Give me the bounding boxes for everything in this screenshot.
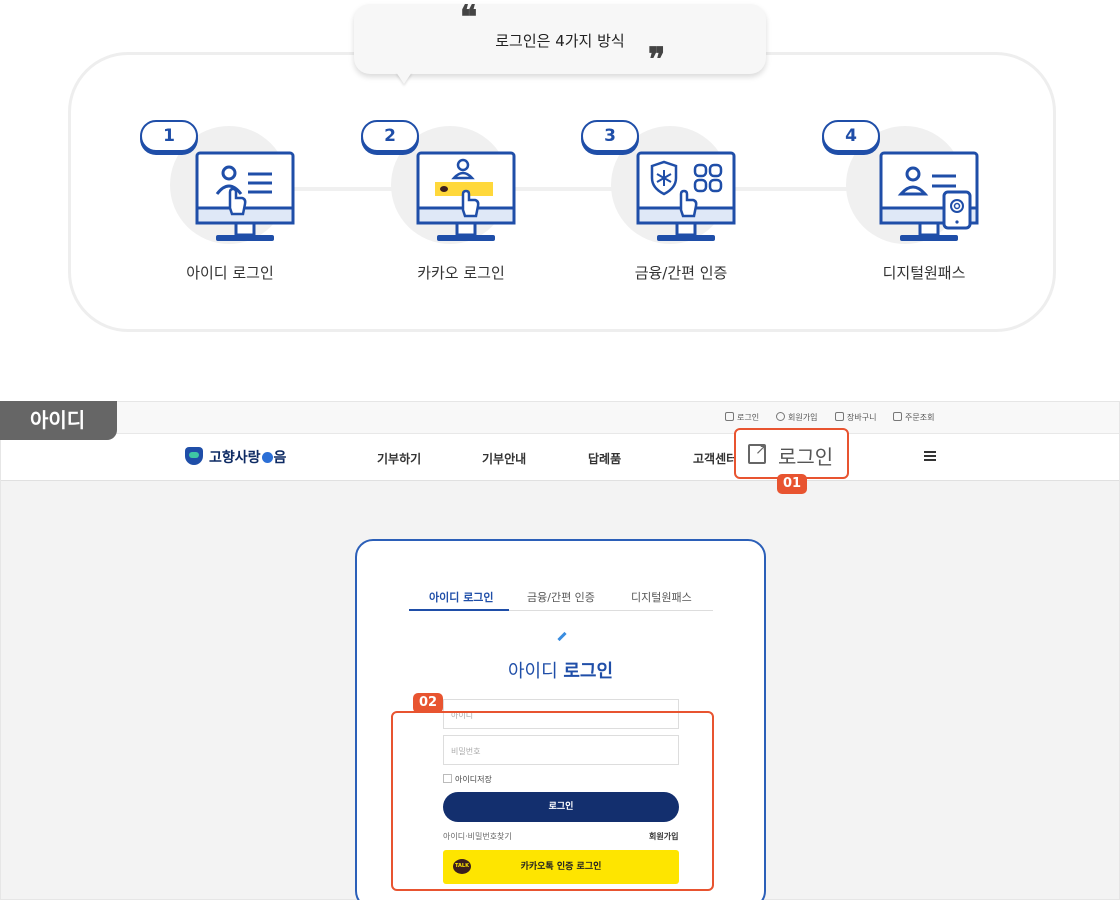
callout-badge-02: 02: [413, 693, 443, 713]
step-number-badge: 1: [140, 120, 198, 152]
header-login-label: 로그인: [778, 445, 834, 469]
step-number-badge: 3: [581, 120, 639, 152]
user-icon: [776, 412, 785, 421]
step-number-badge: 4: [822, 120, 880, 152]
active-tab-indicator: [409, 609, 509, 611]
callout-badge-01: 01: [777, 474, 807, 494]
step-id-login: 1 아이디 로그인: [140, 120, 320, 290]
util-order-link[interactable]: 주문조회: [893, 412, 934, 423]
bubble-title: 로그인은 4가지 방식: [495, 32, 625, 50]
page: ❝ ❞ 로그인은 4가지 방식 1 아이디 로그인 2 카카오 로그인 3 금융…: [0, 0, 1120, 900]
nav-gifts[interactable]: 답례품: [588, 450, 621, 467]
step-number-badge: 2: [361, 120, 419, 152]
kakao-login-monitor-icon: [416, 151, 516, 241]
nav-donation-guide[interactable]: 기부안내: [482, 450, 526, 467]
nav-donate[interactable]: 기부하기: [377, 450, 421, 467]
speech-bubble-tail: [396, 72, 412, 84]
pencil-icon: [557, 631, 567, 642]
login-tabs: 아이디 로그인 금융/간편 인증 디지털원패스: [409, 581, 713, 611]
logo-dot-icon: [261, 452, 273, 463]
digital-onepass-monitor-icon: [879, 151, 979, 241]
util-join-link[interactable]: 회원가입: [776, 412, 817, 423]
hamburger-menu-icon[interactable]: [924, 451, 936, 461]
header-login-button-callout[interactable]: 로그인: [734, 428, 849, 479]
steps-connector-line: [240, 187, 920, 191]
util-cart-link[interactable]: 장바구니: [835, 412, 876, 423]
tab-finance-auth[interactable]: 금융/간편 인증: [527, 589, 595, 605]
nav-customer-center[interactable]: 고객센터: [693, 450, 737, 467]
cart-icon: [835, 412, 844, 421]
section-tag: 아이디: [0, 401, 117, 440]
tab-id-login[interactable]: 아이디 로그인: [429, 589, 494, 605]
login-door-icon: [748, 442, 767, 464]
step-label: 디지털원패스: [882, 264, 966, 282]
truck-icon: [893, 412, 902, 421]
util-login-link[interactable]: 로그인: [725, 412, 759, 423]
heart-logo-icon: [185, 447, 203, 465]
step-kakao-login: 2 카카오 로그인: [361, 120, 541, 290]
main-nav: 고향사랑 음 기부하기 기부안내 답례품 고객센터: [1, 434, 1119, 481]
website-screenshot: 로그인 회원가입 장바구니 주문조회 고향사랑 음 기부하기 기부안내 답례품 고…: [0, 401, 1120, 900]
step-label: 금융/간편 인증: [634, 264, 728, 282]
tab-digital-onepass[interactable]: 디지털원패스: [631, 589, 692, 605]
site-logo[interactable]: 고향사랑 음: [185, 447, 286, 467]
id-login-monitor-icon: [195, 151, 295, 241]
login-form-callout: [391, 711, 714, 891]
step-finance-auth: 3 금융/간편 인증: [581, 120, 761, 290]
step-label: 카카오 로그인: [417, 264, 505, 282]
login-title: 아이디 로그인: [507, 661, 614, 682]
finance-auth-monitor-icon: [636, 151, 736, 241]
login-icon: [725, 412, 734, 421]
utility-bar: 로그인 회원가입 장바구니 주문조회: [1, 402, 1119, 434]
step-label: 아이디 로그인: [186, 264, 274, 282]
step-digital-onepass: 4 디지털원패스: [822, 120, 1002, 290]
